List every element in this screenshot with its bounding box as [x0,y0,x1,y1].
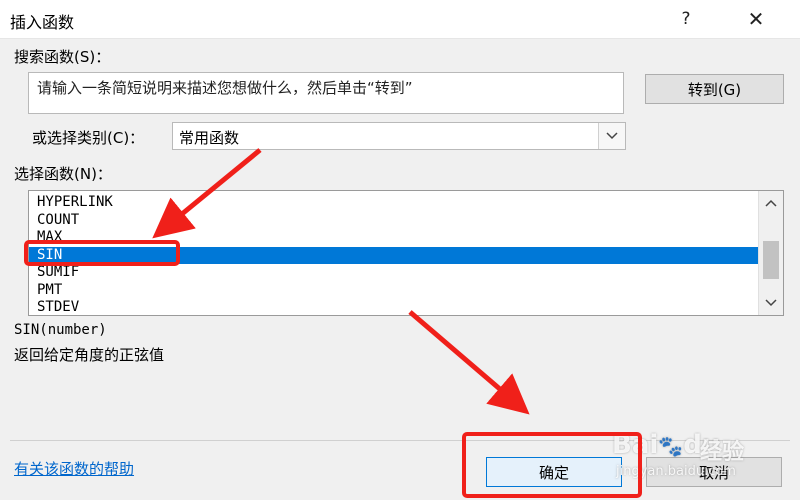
annotation-arrow-ok [408,310,530,415]
annotation-overlay [24,148,642,498]
highlight-box-sin [24,240,180,266]
highlight-box-ok [462,432,642,498]
annotation-arrow-sin [152,148,262,239]
